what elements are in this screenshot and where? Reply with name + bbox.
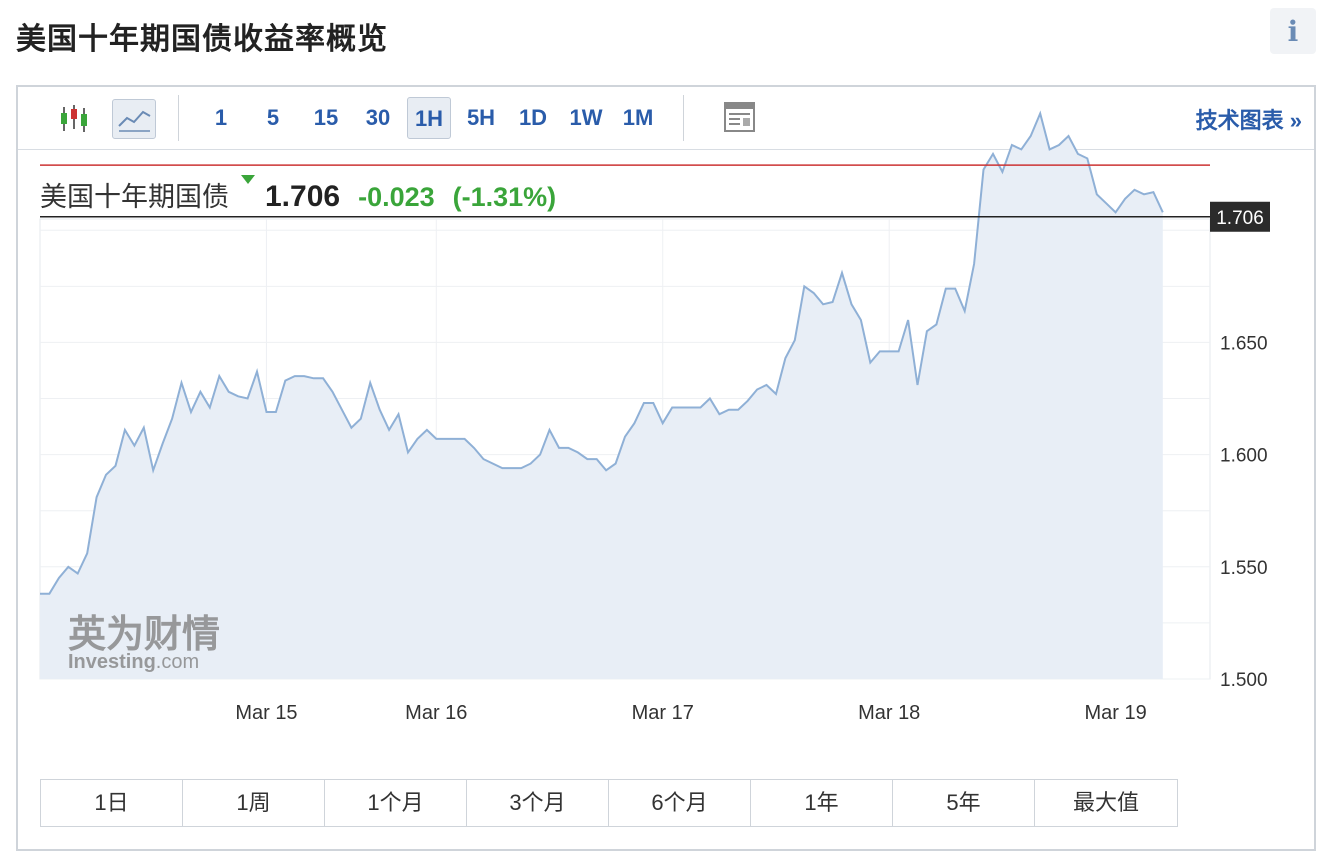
x-tick-label: Mar 18 bbox=[858, 702, 920, 724]
range-selector: 1日 1周 1个月 3个月 6个月 1年 5年 最大值 bbox=[40, 779, 1178, 827]
page-title: 美国十年期国债收益率概览 bbox=[16, 23, 388, 56]
y-tick-label: 1.600 bbox=[1220, 446, 1268, 467]
yield-chart[interactable]: 1.5001.5501.6001.650 Mar 15 Mar 16 Mar 17 M… bbox=[18, 87, 1314, 767]
y-tick-label: 1.650 bbox=[1220, 333, 1268, 354]
range-1d[interactable]: 1日 bbox=[41, 780, 183, 826]
range-1y[interactable]: 1年 bbox=[751, 780, 893, 826]
chart-panel: 1 5 15 30 1H 5H 1D 1W 1M 技术图表 » 美国十年期国债 … bbox=[16, 85, 1316, 851]
y-axis: 1.500 1.550 1.600 1.650 bbox=[1220, 333, 1268, 691]
current-value-label: 1.706 bbox=[1216, 208, 1264, 229]
y-tick-label: 1.500 bbox=[1220, 670, 1268, 691]
x-tick-label: Mar 19 bbox=[1085, 702, 1147, 724]
watermark-cn: 英为财情 bbox=[68, 612, 220, 656]
investing-watermark: 英为财情 Investing.com bbox=[68, 612, 220, 673]
current-value-tag: 1.706 bbox=[1210, 201, 1270, 232]
range-5y[interactable]: 5年 bbox=[893, 780, 1035, 826]
x-tick-label: Mar 17 bbox=[632, 702, 694, 724]
range-max[interactable]: 最大值 bbox=[1035, 780, 1177, 826]
x-tick-label: Mar 16 bbox=[405, 702, 467, 724]
watermark-en: Investing.com bbox=[68, 651, 199, 673]
info-icon: i bbox=[1287, 14, 1299, 48]
range-1w[interactable]: 1周 bbox=[183, 780, 325, 826]
x-tick-label: Mar 15 bbox=[235, 702, 297, 724]
range-1mo[interactable]: 1个月 bbox=[325, 780, 467, 826]
y-tick-label: 1.550 bbox=[1220, 558, 1268, 579]
range-3mo[interactable]: 3个月 bbox=[467, 780, 609, 826]
x-axis: Mar 15 Mar 16 Mar 17 Mar 18 Mar 19 bbox=[235, 702, 1146, 724]
range-6mo[interactable]: 6个月 bbox=[609, 780, 751, 826]
info-button[interactable]: i bbox=[1270, 8, 1316, 54]
